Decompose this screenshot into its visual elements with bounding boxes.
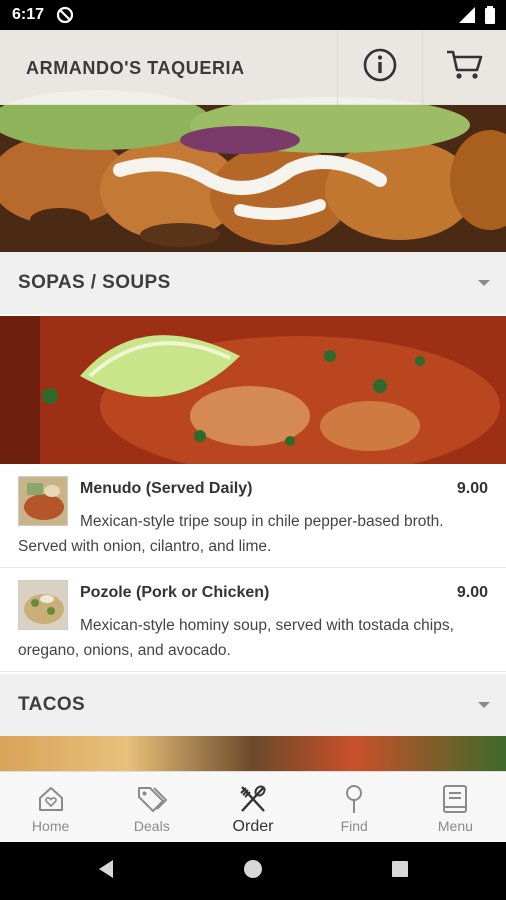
cart-icon bbox=[445, 48, 485, 87]
bottom-nav: Home Deals Order Find Menu bbox=[0, 771, 506, 842]
recents-button[interactable] bbox=[360, 842, 440, 900]
chevron-down-icon bbox=[478, 280, 490, 286]
app-header: ARMANDO'S TAQUERIA bbox=[0, 30, 506, 105]
cart-button[interactable] bbox=[422, 30, 506, 105]
nav-label: Find bbox=[340, 818, 368, 834]
section-title: TACOS bbox=[18, 694, 86, 715]
nav-label: Order bbox=[232, 818, 274, 835]
section-image-soups bbox=[0, 316, 506, 464]
home-heart-icon bbox=[36, 784, 66, 814]
recents-square-icon bbox=[391, 860, 409, 883]
section-image-tacos bbox=[0, 736, 506, 776]
status-time: 6:17 bbox=[12, 6, 45, 23]
tags-icon bbox=[136, 784, 168, 814]
item-description: Mexican-style tripe soup in chile pepper… bbox=[18, 513, 444, 555]
battery-icon bbox=[484, 6, 496, 29]
item-price: 9.00 bbox=[456, 584, 488, 601]
status-bar: 6:17 bbox=[0, 0, 506, 30]
nav-item-menu[interactable]: Menu bbox=[405, 772, 506, 842]
system-nav-bar bbox=[0, 842, 506, 900]
item-name: Pozole (Pork or Chicken) bbox=[80, 584, 270, 601]
back-button[interactable] bbox=[66, 842, 146, 900]
map-pin-icon bbox=[342, 784, 366, 814]
nav-item-home[interactable]: Home bbox=[0, 772, 101, 842]
home-button[interactable] bbox=[213, 842, 293, 900]
nav-label: Deals bbox=[133, 818, 170, 834]
book-icon bbox=[441, 784, 469, 814]
section-title: SOPAS / SOUPS bbox=[18, 272, 171, 293]
item-price: 9.00 bbox=[456, 480, 488, 497]
utensils-icon bbox=[237, 784, 269, 814]
list-item[interactable]: Menudo (Served Daily) 9.00 Mexican-style… bbox=[0, 464, 506, 568]
item-description: Mexican-style hominy soup, served with t… bbox=[18, 617, 454, 659]
page-title: ARMANDO'S TAQUERIA bbox=[26, 58, 245, 78]
info-icon bbox=[362, 47, 398, 88]
list-item[interactable]: Pozole (Pork or Chicken) 9.00 Mexican-st… bbox=[0, 568, 506, 672]
back-triangle-icon bbox=[97, 859, 115, 884]
app-screen: ARMANDO'S TAQUERIA SOPAS / SOUPS Menudo … bbox=[0, 30, 506, 842]
section-header-tacos[interactable]: TACOS bbox=[0, 674, 506, 736]
chevron-down-icon bbox=[478, 702, 490, 708]
signal-icon bbox=[458, 6, 476, 29]
nav-item-find[interactable]: Find bbox=[304, 772, 405, 842]
nav-label: Menu bbox=[437, 818, 473, 834]
nav-item-deals[interactable]: Deals bbox=[101, 772, 202, 842]
nav-label: Home bbox=[31, 818, 70, 834]
item-name: Menudo (Served Daily) bbox=[80, 480, 253, 497]
home-circle-icon bbox=[243, 859, 263, 884]
section-header-soups[interactable]: SOPAS / SOUPS bbox=[0, 252, 506, 314]
do-not-disturb-icon bbox=[56, 6, 74, 29]
nav-item-order[interactable]: Order bbox=[202, 772, 303, 842]
info-button[interactable] bbox=[337, 30, 421, 105]
